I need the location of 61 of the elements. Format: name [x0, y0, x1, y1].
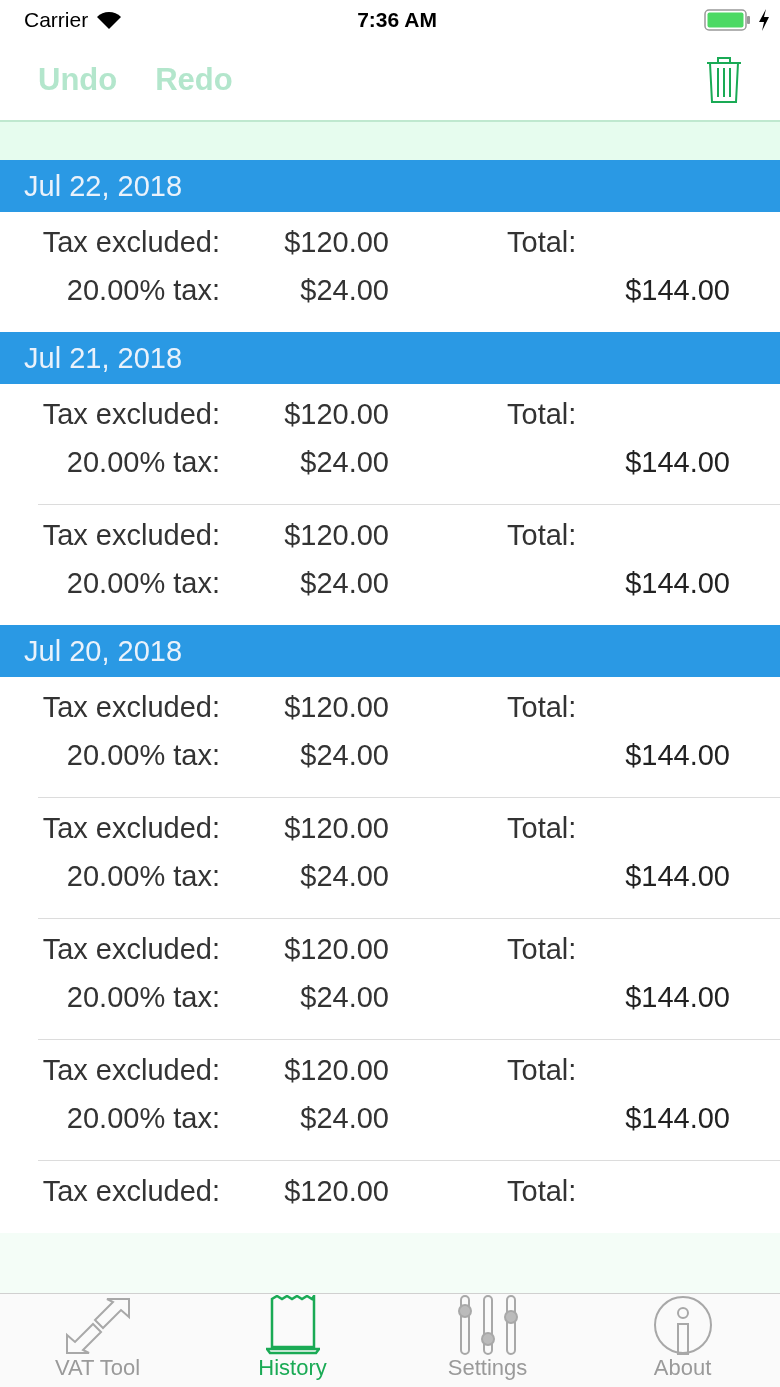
tax-label: 20.00% tax:: [65, 1101, 220, 1135]
total-label: Total:: [507, 397, 578, 431]
total-amount: $144.00: [624, 738, 730, 772]
tax-excluded-label: Tax excluded:: [41, 518, 220, 552]
tab-item[interactable]: About: [585, 1294, 780, 1387]
battery-icon: [704, 9, 752, 31]
date-header: Jul 22, 2018: [0, 160, 780, 212]
tax-label: 20.00% tax:: [65, 445, 220, 479]
tax-excluded-amount: $120.00: [283, 690, 389, 724]
total-amount: $144.00: [624, 1101, 730, 1135]
date-header: Jul 21, 2018: [0, 332, 780, 384]
tab-item[interactable]: Settings: [390, 1294, 585, 1387]
total-label: Total:: [507, 932, 578, 966]
tab-item[interactable]: VAT Tool: [0, 1294, 195, 1387]
tax-excluded-label: Tax excluded:: [41, 811, 220, 845]
tax-excluded-amount: $120.00: [283, 225, 389, 259]
info-icon: [652, 1295, 713, 1355]
tax-label: 20.00% tax:: [65, 566, 220, 600]
clock-time: 7:36 AM: [357, 8, 437, 32]
tax-label: 20.00% tax:: [65, 859, 220, 893]
tax-excluded-amount: $120.00: [283, 518, 389, 552]
charging-bolt-icon: [758, 9, 770, 31]
total-amount: $144.00: [624, 980, 730, 1014]
total-amount: $144.00: [624, 859, 730, 893]
total-amount: $144.00: [624, 566, 730, 600]
trash-button[interactable]: [706, 56, 742, 104]
tax-excluded-amount: $120.00: [283, 1053, 389, 1087]
tax-amount: $24.00: [299, 566, 389, 600]
total-label: Total:: [507, 225, 578, 259]
tax-excluded-label: Tax excluded:: [41, 397, 220, 431]
carrier-label: Carrier: [24, 8, 89, 32]
tax-amount: $24.00: [299, 738, 389, 772]
tax-excluded-label: Tax excluded:: [41, 1053, 220, 1087]
total-label: Total:: [507, 518, 578, 552]
tax-label: 20.00% tax:: [65, 738, 220, 772]
tax-excluded-label: Tax excluded:: [41, 932, 220, 966]
total-label: Total:: [507, 1174, 578, 1208]
tax-amount: $24.00: [299, 1101, 389, 1135]
tax-excluded-amount: $120.00: [283, 397, 389, 431]
tax-amount: $24.00: [299, 273, 389, 307]
total-label: Total:: [507, 1053, 578, 1087]
total-amount: $144.00: [624, 445, 730, 479]
trash-icon: [706, 56, 742, 104]
tax-amount: $24.00: [299, 859, 389, 893]
date-header: Jul 20, 2018: [0, 625, 780, 677]
receipt-icon: [265, 1295, 320, 1355]
total-amount: $144.00: [624, 273, 730, 307]
tax-excluded-label: Tax excluded:: [41, 690, 220, 724]
tax-label: 20.00% tax:: [65, 980, 220, 1014]
tax-amount: $24.00: [299, 980, 389, 1014]
wifi-icon: [96, 10, 123, 30]
total-label: Total:: [507, 811, 578, 845]
tax-amount: $24.00: [299, 445, 389, 479]
tax-excluded-amount: $120.00: [283, 811, 389, 845]
total-label: Total:: [507, 690, 578, 724]
tab-item[interactable]: History: [195, 1294, 390, 1387]
tax-excluded-amount: $120.00: [283, 932, 389, 966]
tax-excluded-label: Tax excluded:: [41, 1174, 220, 1208]
tax-excluded-label: Tax excluded:: [41, 225, 220, 259]
tax-label: 20.00% tax:: [65, 273, 220, 307]
tax-excluded-amount: $120.00: [283, 1174, 389, 1208]
